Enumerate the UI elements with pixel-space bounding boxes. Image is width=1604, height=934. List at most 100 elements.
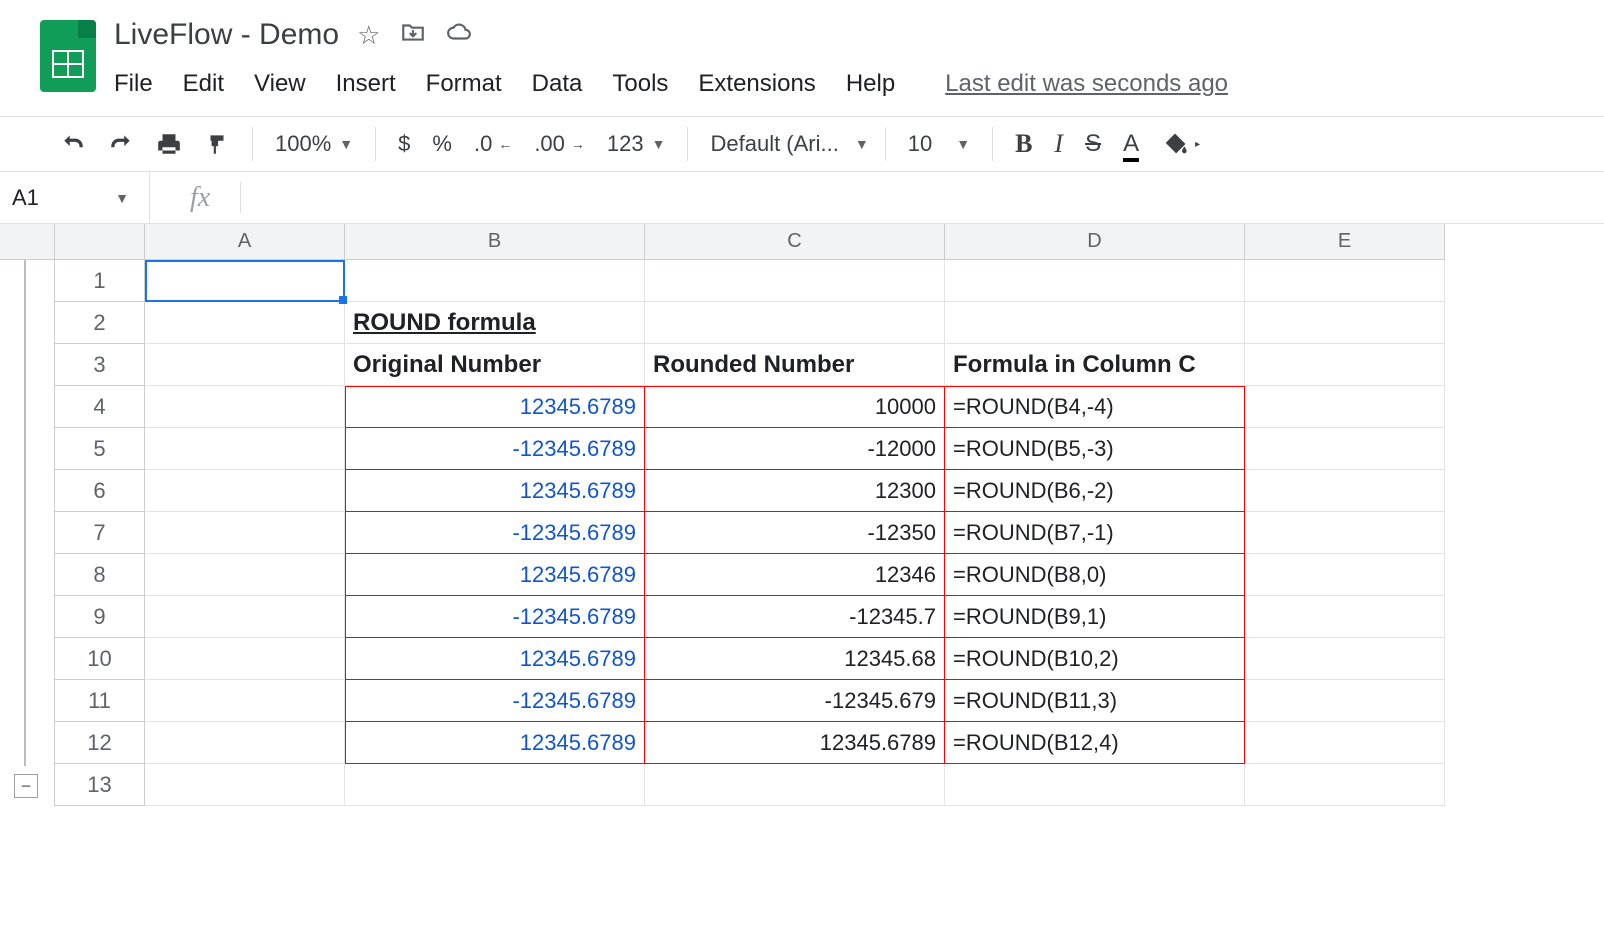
row-header-5[interactable]: 5 <box>55 428 145 470</box>
col-header-C[interactable]: C <box>645 224 945 260</box>
increase-decimal-button[interactable]: .00→ <box>534 131 585 157</box>
cell-D13[interactable] <box>945 764 1245 806</box>
menu-view[interactable]: View <box>254 70 306 98</box>
col-header-D[interactable]: D <box>945 224 1245 260</box>
cell-A13[interactable] <box>145 764 345 806</box>
select-all-corner[interactable] <box>0 224 55 260</box>
font-size-dropdown[interactable]: 10▼ <box>908 131 970 157</box>
paint-format-button[interactable] <box>204 131 230 157</box>
cell-E9[interactable] <box>1245 596 1445 638</box>
cell-B9[interactable]: -12345.6789 <box>345 596 645 638</box>
formula-input[interactable] <box>241 172 1604 223</box>
menu-tools[interactable]: Tools <box>612 70 668 98</box>
cell-C8[interactable]: 12346 <box>645 554 945 596</box>
cell-C13[interactable] <box>645 764 945 806</box>
cell-E11[interactable] <box>1245 680 1445 722</box>
col-header-B[interactable]: B <box>345 224 645 260</box>
cell-C6[interactable]: 12300 <box>645 470 945 512</box>
cell-A6[interactable] <box>145 470 345 512</box>
redo-button[interactable] <box>108 131 134 157</box>
star-icon[interactable]: ☆ <box>357 20 380 51</box>
row-header-13[interactable]: 13 <box>55 764 145 806</box>
name-box[interactable]: A1▼ <box>0 172 150 223</box>
cell-E1[interactable] <box>1245 260 1445 302</box>
cell-C12[interactable]: 12345.6789 <box>645 722 945 764</box>
cell-B4[interactable]: 12345.6789 <box>345 386 645 428</box>
cell-D2[interactable] <box>945 302 1245 344</box>
menu-help[interactable]: Help <box>846 70 895 98</box>
row-header-2[interactable]: 2 <box>55 302 145 344</box>
cell-D11[interactable]: =ROUND(B11,3) <box>945 680 1245 722</box>
cell-B13[interactable] <box>345 764 645 806</box>
row-header-4[interactable]: 4 <box>55 386 145 428</box>
cell-A5[interactable] <box>145 428 345 470</box>
strikethrough-button[interactable]: S <box>1085 130 1101 158</box>
text-color-button[interactable]: A <box>1123 130 1139 158</box>
cell-B11[interactable]: -12345.6789 <box>345 680 645 722</box>
cell-D12[interactable]: =ROUND(B12,4) <box>945 722 1245 764</box>
cell-D4[interactable]: =ROUND(B4,-4) <box>945 386 1245 428</box>
number-format-dropdown[interactable]: 123▼ <box>607 131 666 157</box>
cell-A12[interactable] <box>145 722 345 764</box>
cell-B12[interactable]: 12345.6789 <box>345 722 645 764</box>
cell-E12[interactable] <box>1245 722 1445 764</box>
menu-data[interactable]: Data <box>532 70 583 98</box>
cell-B8[interactable]: 12345.6789 <box>345 554 645 596</box>
move-to-folder-icon[interactable] <box>400 19 426 52</box>
decrease-decimal-button[interactable]: .0← <box>474 131 512 157</box>
menu-edit[interactable]: Edit <box>183 70 224 98</box>
menu-format[interactable]: Format <box>426 70 502 98</box>
row-header-10[interactable]: 10 <box>55 638 145 680</box>
row-header-7[interactable]: 7 <box>55 512 145 554</box>
col-header-E[interactable]: E <box>1245 224 1445 260</box>
cell-A10[interactable] <box>145 638 345 680</box>
cell-C3[interactable]: Rounded Number <box>645 344 945 386</box>
cell-A2[interactable] <box>145 302 345 344</box>
cell-A4[interactable] <box>145 386 345 428</box>
cell-A8[interactable] <box>145 554 345 596</box>
cell-B3[interactable]: Original Number <box>345 344 645 386</box>
cell-A3[interactable] <box>145 344 345 386</box>
format-percent-button[interactable]: % <box>432 131 452 157</box>
row-header-11[interactable]: 11 <box>55 680 145 722</box>
format-currency-button[interactable]: $ <box>398 131 410 157</box>
print-button[interactable] <box>156 131 182 157</box>
row-header-9[interactable]: 9 <box>55 596 145 638</box>
row-header-1[interactable]: 1 <box>55 260 145 302</box>
col-header-A[interactable]: A <box>145 224 345 260</box>
fill-color-button[interactable]: ▸ <box>1161 130 1200 158</box>
cell-C4[interactable]: 10000 <box>645 386 945 428</box>
menu-file[interactable]: File <box>114 70 153 98</box>
row-header-8[interactable]: 8 <box>55 554 145 596</box>
cell-C2[interactable] <box>645 302 945 344</box>
cell-B1[interactable] <box>345 260 645 302</box>
cell-C1[interactable] <box>645 260 945 302</box>
cell-D8[interactable]: =ROUND(B8,0) <box>945 554 1245 596</box>
cell-A1[interactable] <box>145 260 345 302</box>
cell-A11[interactable] <box>145 680 345 722</box>
last-edit-link[interactable]: Last edit was seconds ago <box>945 70 1228 98</box>
sheets-logo-icon[interactable] <box>40 20 96 92</box>
cell-E6[interactable] <box>1245 470 1445 512</box>
cell-D1[interactable] <box>945 260 1245 302</box>
cell-B7[interactable]: -12345.6789 <box>345 512 645 554</box>
cell-E8[interactable] <box>1245 554 1445 596</box>
zoom-dropdown[interactable]: 100%▼ <box>275 131 353 157</box>
cell-E2[interactable] <box>1245 302 1445 344</box>
cell-E13[interactable] <box>1245 764 1445 806</box>
cell-C10[interactable]: 12345.68 <box>645 638 945 680</box>
cell-D5[interactable]: =ROUND(B5,-3) <box>945 428 1245 470</box>
cells-area[interactable]: ROUND formula Original Number Rounded Nu… <box>145 260 1445 806</box>
cell-C5[interactable]: -12000 <box>645 428 945 470</box>
cell-E4[interactable] <box>1245 386 1445 428</box>
cell-C9[interactable]: -12345.7 <box>645 596 945 638</box>
collapse-group-button[interactable]: − <box>14 774 38 798</box>
cell-B2[interactable]: ROUND formula <box>345 302 645 344</box>
cell-B6[interactable]: 12345.6789 <box>345 470 645 512</box>
cell-E5[interactable] <box>1245 428 1445 470</box>
undo-button[interactable] <box>60 131 86 157</box>
cell-D10[interactable]: =ROUND(B10,2) <box>945 638 1245 680</box>
cell-A9[interactable] <box>145 596 345 638</box>
cell-A7[interactable] <box>145 512 345 554</box>
menu-extensions[interactable]: Extensions <box>698 70 815 98</box>
